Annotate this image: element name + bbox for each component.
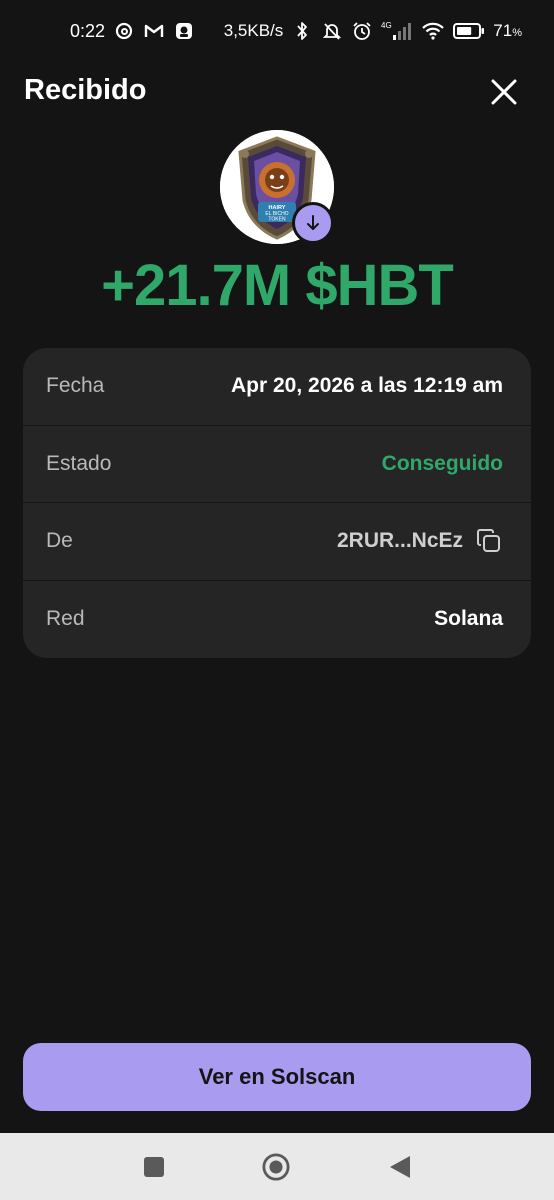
network-speed: 3,5KB/s [223, 21, 284, 40]
gmail-icon [143, 20, 165, 42]
copy-icon [477, 529, 500, 553]
alarm-icon [351, 20, 373, 42]
detail-row-status: Estado Conseguido [23, 426, 531, 503]
date-label: Fecha [46, 374, 105, 398]
recents-button[interactable] [140, 1153, 168, 1181]
view-on-solscan-button[interactable]: Ver en Solscan [23, 1043, 531, 1111]
battery-icon [453, 20, 485, 42]
status-label: Estado [46, 451, 112, 475]
copy-address-button[interactable] [475, 527, 503, 555]
battery-percentage: 71% [493, 21, 522, 40]
network-type-label: 4G [381, 21, 392, 30]
date-value: Apr 20, 2026 a las 12:19 am [230, 374, 503, 398]
arrow-down-icon [307, 215, 319, 230]
svg-text:TOKEN: TOKEN [268, 217, 286, 223]
status-bar-right: 3,5KB/s 4G 71% [224, 20, 522, 42]
from-value-group: 2RUR...NcEz [337, 527, 503, 555]
network-label: Red [46, 607, 85, 631]
square-icon [144, 1157, 164, 1177]
signal-icon: 4G [381, 20, 413, 42]
mute-icon [321, 20, 343, 42]
transaction-detail-screen: 0:22 3,5KB/s 4G 71% Recibido HAIRY EL BI… [0, 0, 554, 1200]
close-icon [491, 79, 517, 105]
home-circle-icon [262, 1153, 290, 1181]
transaction-amount: +21.7M $HBT [101, 253, 454, 318]
back-triangle-icon [390, 1156, 410, 1178]
detail-row-network: Red Solana [23, 581, 531, 659]
page-title: Recibido [24, 74, 147, 106]
back-button[interactable] [386, 1153, 414, 1181]
received-badge [292, 202, 334, 244]
wifi-icon [421, 20, 445, 42]
threads-icon [113, 20, 135, 42]
home-button[interactable] [262, 1153, 290, 1181]
close-button[interactable] [484, 72, 524, 112]
detail-row-date: Fecha Apr 20, 2026 a las 12:19 am [23, 348, 531, 426]
system-navigation-bar [0, 1133, 554, 1200]
from-label: De [46, 529, 73, 553]
status-bar: 0:22 3,5KB/s 4G 71% [0, 0, 554, 64]
status-bar-left: 0:22 [70, 20, 195, 42]
network-value: Solana [434, 607, 503, 631]
app-notification-icon [173, 20, 195, 42]
status-value: Conseguido [381, 451, 503, 475]
from-address: 2RUR...NcEz [336, 529, 463, 553]
status-time: 0:22 [70, 20, 106, 41]
detail-row-from: De 2RUR...NcEz [23, 503, 531, 581]
bluetooth-icon [291, 20, 313, 42]
transaction-details-card: Fecha Apr 20, 2026 a las 12:19 am Estado… [23, 348, 531, 658]
